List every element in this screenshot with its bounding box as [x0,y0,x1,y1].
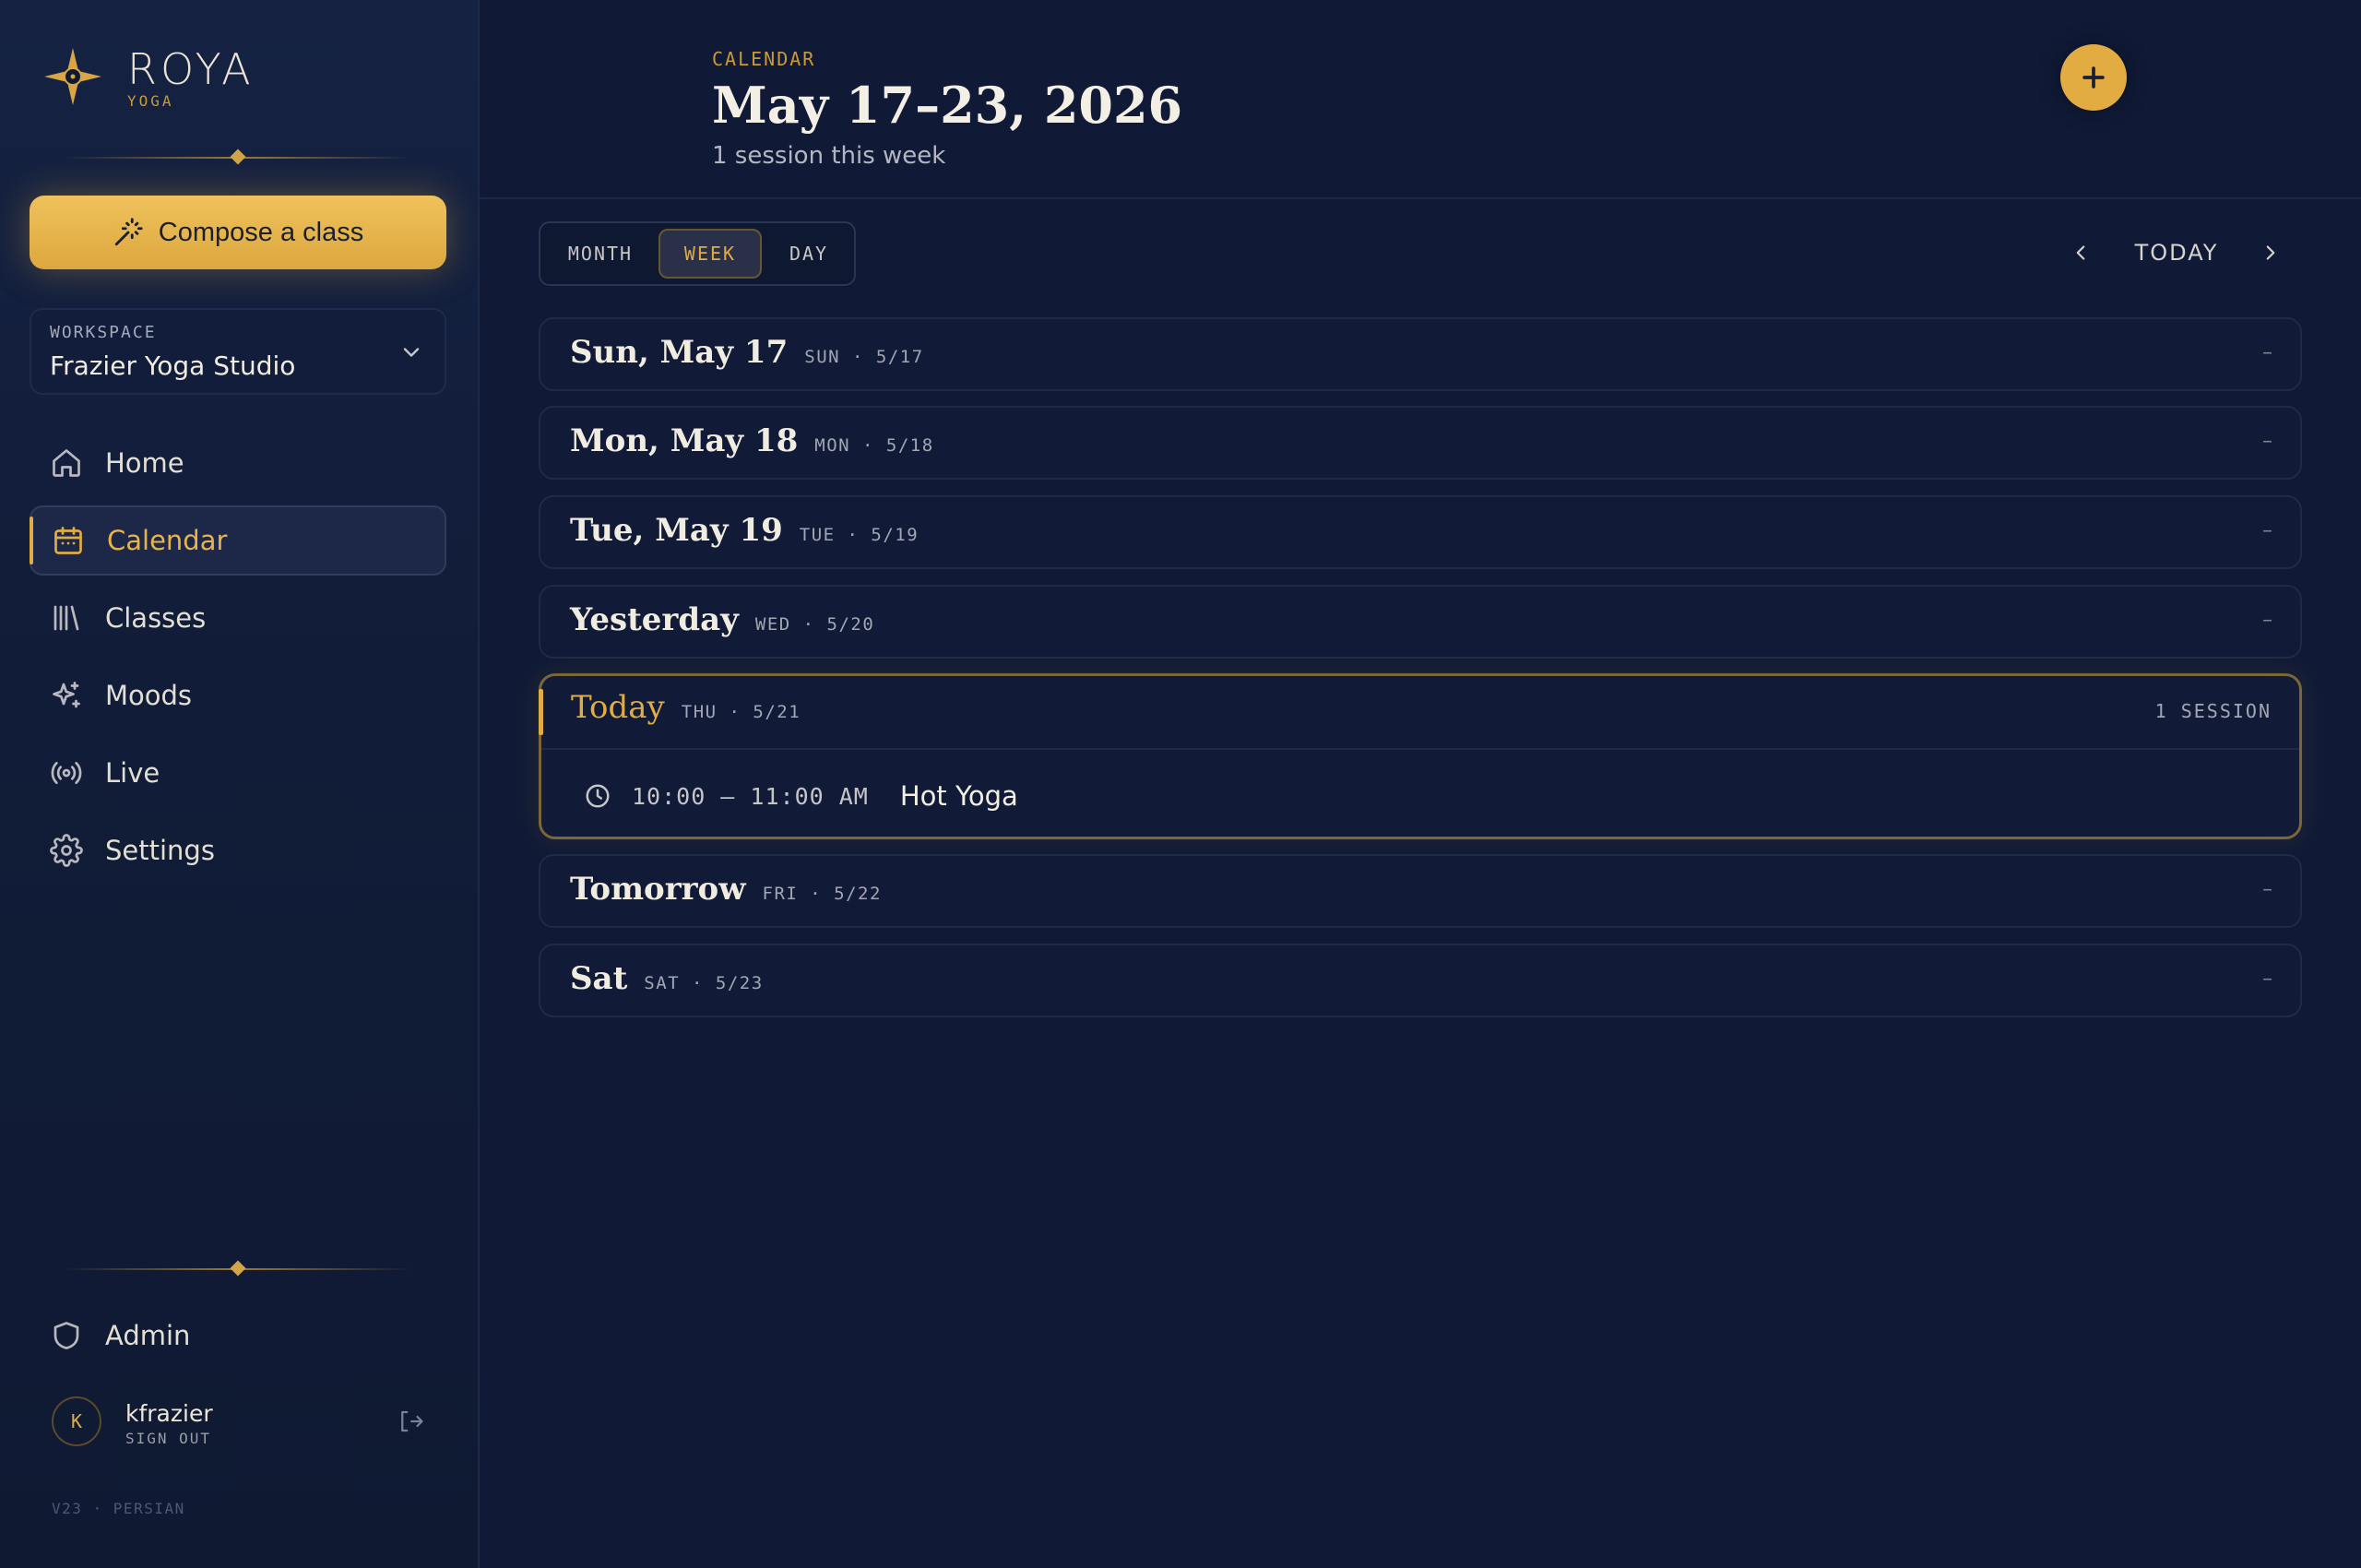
library-icon [50,601,83,635]
day-meta: SAT · 5/23 [644,973,764,993]
logout-icon[interactable] [397,1408,424,1435]
empty-indicator: – [2262,341,2272,364]
view-month-button[interactable]: MONTH [550,229,651,279]
day-row-wed[interactable]: Yesterday WED · 5/20 – [539,585,2302,659]
sparkles-icon [50,679,83,712]
gear-icon [50,834,83,867]
add-session-button[interactable] [2060,44,2127,111]
sidebar-item-label: Moods [105,680,193,711]
session-count-badge: 1 SESSION [2154,700,2272,722]
previous-week-button[interactable] [2064,236,2097,269]
view-day-button[interactable]: DAY [769,229,848,279]
magic-wand-icon [114,218,143,246]
shield-icon [50,1319,83,1352]
compass-star-icon [44,48,101,105]
session-summary: 1 session this week [712,142,946,170]
day-row-today[interactable]: Today THU · 5/21 1 SESSION 10:00 – 11:00 … [539,673,2302,839]
empty-indicator: – [2262,519,2272,542]
brand-name: ROYA [127,44,255,94]
day-title: Mon, May 18 MON · 5/18 [570,422,934,459]
sidebar-item-calendar[interactable]: Calendar [30,505,446,576]
broadcast-icon [50,756,83,790]
sidebar-item-live[interactable]: Live [30,738,446,808]
view-week-button[interactable]: WEEK [658,229,762,279]
compose-class-label: Compose a class [158,217,364,247]
day-row-tue[interactable]: Tue, May 19 TUE · 5/19 – [539,495,2302,569]
ornament-divider [63,148,413,165]
home-icon [50,446,83,480]
next-week-button[interactable] [2254,236,2287,269]
sidebar-item-label: Admin [105,1320,191,1351]
sidebar-item-classes[interactable]: Classes [30,583,446,653]
day-title: Tomorrow FRI · 5/22 [570,871,882,908]
version-label: V23 · PERSIAN [52,1500,185,1517]
day-row-sat[interactable]: Sat SAT · 5/23 – [539,944,2302,1017]
sidebar-item-label: Live [105,757,160,789]
session-item[interactable]: 10:00 – 11:00 AM Hot Yoga [584,768,2244,824]
day-title: Tue, May 19 TUE · 5/19 [570,512,919,549]
brand-subtitle: YOGA [127,92,174,110]
day-meta: SUN · 5/17 [804,347,924,367]
day-title: Yesterday WED · 5/20 [570,601,875,638]
username: kfrazier [125,1400,213,1427]
sidebar-item-label: Home [105,447,184,479]
sidebar: ROYA YOGA Compose a class WORKSPACE Fraz… [0,0,480,1568]
empty-indicator: – [2262,968,2272,991]
day-meta: TUE · 5/19 [799,525,919,545]
today-button[interactable]: TODAY [2121,234,2232,271]
ornament-divider [63,1260,413,1277]
day-meta: THU · 5/21 [681,702,801,722]
sidebar-item-settings[interactable]: Settings [30,815,446,885]
empty-indicator: – [2262,878,2272,901]
day-row-sun[interactable]: Sun, May 17 SUN · 5/17 – [539,317,2302,391]
day-title: Sun, May 17 SUN · 5/17 [570,334,924,371]
user-profile: K kfrazier SIGN OUT [52,1396,439,1452]
sidebar-item-home[interactable]: Home [30,428,446,498]
workspace-name: Frazier Yoga Studio [50,350,296,381]
session-time: 10:00 – 11:00 AM [632,782,869,810]
page-title: May 17–23, 2026 [712,76,1183,135]
sign-out-link[interactable]: SIGN OUT [125,1430,211,1447]
sidebar-item-label: Calendar [107,525,228,556]
empty-indicator: – [2262,430,2272,453]
workspace-label: WORKSPACE [50,323,157,342]
chevron-left-icon [2076,245,2085,260]
day-row-mon[interactable]: Mon, May 18 MON · 5/18 – [539,406,2302,480]
clock-icon [586,784,610,808]
plus-icon [2082,66,2105,89]
workspace-selector[interactable]: WORKSPACE Frazier Yoga Studio [30,308,446,395]
day-meta: WED · 5/20 [754,614,875,635]
divider [541,748,2299,750]
day-row-fri[interactable]: Tomorrow FRI · 5/22 – [539,854,2302,928]
section-eyebrow: CALENDAR [712,48,816,70]
avatar[interactable]: K [52,1396,101,1446]
chevron-right-icon [2266,245,2275,260]
sidebar-item-label: Settings [105,835,215,866]
sidebar-item-label: Classes [105,602,207,634]
brand-logo[interactable]: ROYA YOGA [42,42,319,116]
day-meta: MON · 5/18 [814,435,934,456]
day-meta: FRI · 5/22 [762,884,882,904]
chevron-down-icon [403,348,420,357]
page-header: CALENDAR May 17–23, 2026 1 session this … [480,0,2361,199]
sidebar-item-moods[interactable]: Moods [30,660,446,731]
compose-class-button[interactable]: Compose a class [30,196,446,269]
empty-indicator: – [2262,609,2272,632]
sidebar-item-admin[interactable]: Admin [30,1301,446,1371]
calendar-icon [52,524,85,557]
session-name: Hot Yoga [899,780,1018,812]
view-switcher: MONTH WEEK DAY [539,221,856,286]
day-title: Today THU · 5/21 [571,689,801,726]
day-title: Sat SAT · 5/23 [570,960,764,997]
